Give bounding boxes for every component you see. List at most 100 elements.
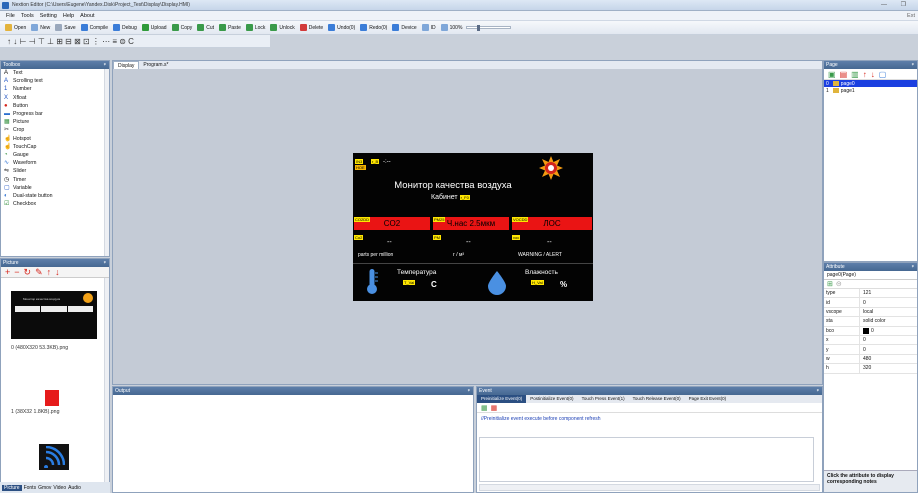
tab-touch-press-event[interactable]: Touch Press Event(1) — [578, 395, 629, 403]
pin-icon[interactable]: ᵠ — [912, 62, 914, 68]
menu-setting[interactable]: Setting — [40, 13, 57, 19]
page-item-page1[interactable]: 1 page1 — [824, 87, 917, 94]
menu-tools[interactable]: Tools — [21, 13, 34, 19]
page-item-page0[interactable]: 0 page0 — [824, 80, 917, 87]
toolbox-scrollbar[interactable] — [104, 69, 109, 256]
time-display[interactable]: -:-- — [383, 159, 391, 165]
toolbox-item-gauge[interactable]: ◔ Gauge — [1, 151, 109, 159]
pin-icon[interactable]: ᵠ — [912, 264, 914, 270]
toolbar-button-13[interactable]: Redo(0) — [360, 24, 387, 31]
toolbox-item-scrolling-text[interactable]: A Scrolling text — [1, 77, 109, 85]
temperature-label[interactable]: Температура — [397, 269, 436, 276]
component-tag[interactable]: T_Val — [403, 280, 416, 285]
toolbar-button-3[interactable]: Compile — [80, 24, 108, 31]
replace-picture-icon[interactable]: ↻ — [24, 267, 32, 277]
toolbar-button-16[interactable]: 100% — [440, 24, 462, 31]
component-tag[interactable]: VOCDD — [512, 217, 529, 222]
sun-logo-icon[interactable] — [539, 156, 563, 180]
tab-audio[interactable]: Audio — [68, 485, 81, 491]
attribute-row-y[interactable]: y0 — [824, 345, 917, 355]
attribute-component-name[interactable]: page0(Page) — [824, 271, 917, 280]
attribute-row-sta[interactable]: sta solid color — [824, 317, 917, 327]
co2-unit[interactable]: parts per million — [358, 252, 393, 258]
delete-page-icon[interactable]: ▤ — [840, 70, 848, 79]
insert-page-icon[interactable]: ▥ — [851, 70, 859, 79]
attribute-row-vscope[interactable]: vscope local — [824, 307, 917, 318]
tab-picture[interactable]: Picture — [2, 484, 22, 491]
tab-page-exit-event[interactable]: Page Exit Event(0) — [685, 395, 731, 403]
toolbox-item-slider[interactable]: ⇋ Slider — [1, 167, 109, 175]
tab-program[interactable]: Program.s* — [139, 61, 172, 69]
component-tag[interactable]: voc — [512, 235, 521, 240]
pin-icon[interactable]: ᵠ — [104, 260, 106, 266]
wifi-thumbnail[interactable] — [39, 444, 69, 470]
pm-unit[interactable]: г / м³ — [453, 252, 464, 258]
picture-scrollbar[interactable] — [104, 278, 109, 482]
window-controls[interactable]: — ❐ — [881, 1, 912, 8]
move-down-icon[interactable]: ↓ — [871, 70, 875, 79]
attribute-row-x[interactable]: x0 — [824, 335, 917, 346]
tab-postinitialize-event[interactable]: Postinitialize Event(0) — [526, 395, 577, 403]
move-up-icon[interactable]: ↑ — [47, 267, 52, 277]
co2-value[interactable]: -- — [387, 239, 392, 246]
pm-value[interactable]: -- — [466, 239, 471, 246]
toolbox-item-variable[interactable]: ▢ Variable — [1, 184, 109, 192]
toolbar-button-7[interactable]: Cut — [197, 24, 214, 31]
toolbox-item-checkbox[interactable]: ☑ Checkbox — [1, 200, 109, 208]
component-tag[interactable]: PM — [433, 235, 441, 240]
screen-subtitle[interactable]: Кабинет r_F0 — [431, 194, 470, 201]
toolbar-button-8[interactable]: Paste — [219, 24, 241, 31]
component-tag[interactable]: PM25 — [433, 217, 446, 222]
toolbar-button-6[interactable]: Copy — [171, 24, 192, 31]
add-picture-icon[interactable]: + — [5, 267, 10, 277]
humidity-label[interactable]: Влажность — [525, 269, 558, 276]
picture-thumbnail-1[interactable] — [45, 390, 59, 406]
component-tag[interactable]: HOE — [355, 165, 366, 170]
toolbox-item-touchcap[interactable]: ☝ TouchCap — [1, 143, 109, 151]
clear-icon[interactable]: ▦ — [491, 404, 498, 412]
tab-video[interactable]: Video — [53, 485, 66, 491]
toolbar-button-15[interactable]: ID — [421, 24, 436, 31]
toolbar-button-4[interactable]: Debug — [113, 24, 137, 31]
move-up-icon[interactable]: ↑ — [863, 70, 867, 79]
tab-preinitialize-event[interactable]: Preinitialize Event(0) — [477, 395, 527, 403]
toolbar-button-2[interactable]: Save — [55, 24, 76, 31]
add-page-icon[interactable]: ▣ — [828, 70, 836, 79]
alignment-tools[interactable]: ↑ ↓ ⊢ ⊣ ⊤ ⊥ ⊞ ⊟ ⊠ ⊡ ⋮ ⋯ ≡ ⊜ C — [7, 37, 134, 46]
toolbox-item-text[interactable]: A Text — [1, 69, 109, 77]
pin-icon[interactable]: ᵠ — [817, 388, 819, 394]
toolbox-item-picture[interactable]: ▦ Picture — [1, 118, 109, 126]
zoom-slider[interactable] — [466, 25, 512, 31]
voc-unit[interactable]: WARNING / ALERT — [518, 252, 562, 258]
tab-display[interactable]: Display — [113, 61, 140, 69]
copy-page-icon[interactable]: ▢ — [879, 70, 887, 79]
event-scrollbar[interactable] — [479, 484, 820, 491]
toolbox-item-dual-state-button[interactable]: ◐ Dual-state button — [1, 192, 109, 200]
voc-value[interactable]: -- — [547, 239, 552, 246]
move-down-icon[interactable]: ↓ — [55, 267, 60, 277]
tab-gmov[interactable]: Gmov — [38, 485, 51, 491]
toolbox-item-hotspot[interactable]: ☝ Hotspot — [1, 135, 109, 143]
pin-icon[interactable]: ᵠ — [468, 388, 470, 394]
component-tag[interactable]: Co2 — [354, 235, 364, 240]
menu-about[interactable]: About — [80, 13, 94, 19]
toolbox-item-number[interactable]: 1 Number — [1, 85, 109, 93]
event-code-editor[interactable] — [479, 437, 814, 482]
toolbar-button-5[interactable]: Upload — [141, 24, 167, 31]
edit-picture-icon[interactable]: ✎ — [35, 267, 43, 277]
toolbox-item-crop[interactable]: ✂ Crop — [1, 126, 109, 134]
menu-help[interactable]: Help — [63, 13, 74, 19]
picture-thumbnail-0[interactable]: Монитор качества воздуха — [11, 291, 97, 339]
temperature-unit[interactable]: C — [431, 280, 437, 289]
toolbar-button-11[interactable]: Delete — [299, 24, 323, 31]
attribute-row-type[interactable]: type 121 — [824, 289, 917, 299]
toolbox-item-progress-bar[interactable]: ▬ Progress bar — [1, 110, 109, 118]
display-canvas[interactable]: IN3 HOE r_B -:-- Монитор качества воздух… — [353, 153, 593, 301]
toolbar-button-9[interactable]: Lock — [245, 24, 265, 31]
tab-fonts[interactable]: Fonts — [24, 485, 37, 491]
picture-label-1[interactable]: 1 (38X32 1.8KB).png — [11, 409, 59, 415]
attribute-row-w[interactable]: w 480 — [824, 354, 917, 365]
toolbox-item-waveform[interactable]: ∿ Waveform — [1, 159, 109, 167]
tab-touch-release-event[interactable]: Touch Release Event(0) — [629, 395, 685, 403]
humidity-unit[interactable]: % — [560, 280, 567, 289]
